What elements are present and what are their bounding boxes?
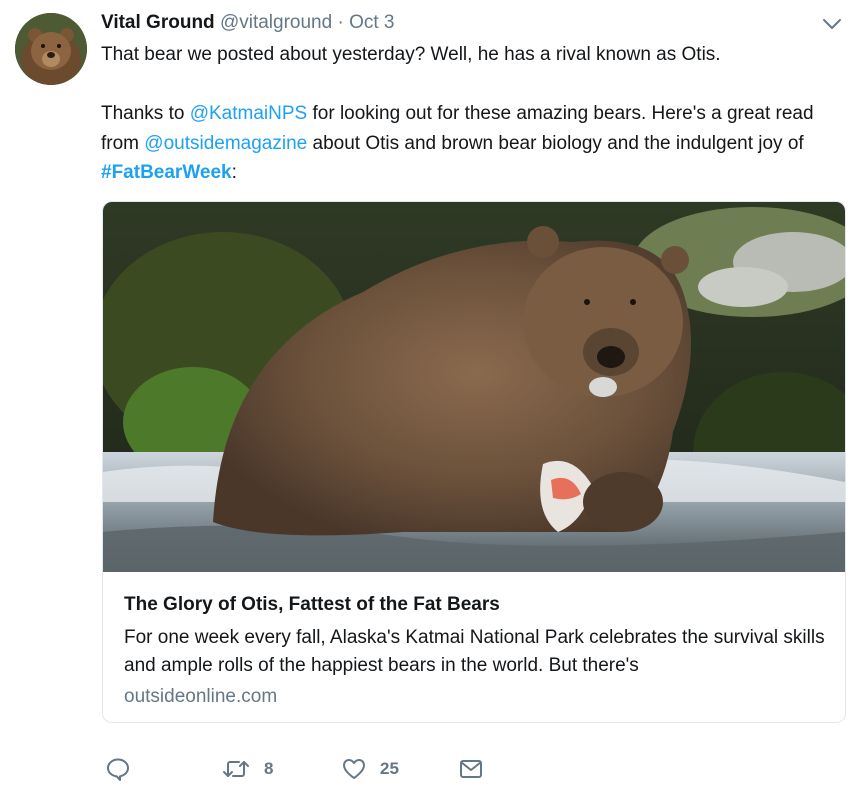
tweet-actions: 8 25 bbox=[0, 748, 860, 796]
card-domain: outsideonline.com bbox=[124, 686, 278, 707]
link-preview-card[interactable]: The Glory of Otis, Fattest of the Fat Be… bbox=[102, 201, 846, 723]
retweet-count: 8 bbox=[264, 759, 274, 778]
bear-photo-image bbox=[103, 202, 845, 572]
envelope-icon bbox=[460, 760, 482, 778]
mention-outsidemagazine[interactable]: @outsidemagazine bbox=[144, 133, 307, 154]
like-button[interactable]: 25 bbox=[341, 756, 399, 782]
card-description: For one week every fall, Alaska's Katmai… bbox=[124, 627, 825, 676]
bear-avatar-image bbox=[15, 13, 87, 85]
mention-katmainps[interactable]: @KatmaiNPS bbox=[190, 103, 308, 124]
retweet-icon bbox=[223, 761, 249, 777]
heart-icon bbox=[343, 759, 365, 779]
author-handle[interactable]: @vitalground bbox=[220, 12, 332, 33]
tweet-header: Vital Ground @vitalground · Oct 3 bbox=[101, 11, 395, 35]
reply-icon bbox=[107, 758, 129, 781]
like-count: 25 bbox=[380, 759, 399, 778]
avatar[interactable] bbox=[15, 13, 87, 85]
author-name[interactable]: Vital Ground bbox=[101, 12, 215, 33]
header-separator: · bbox=[337, 12, 344, 33]
tweet-text: That bear we posted about yesterday? Wel… bbox=[101, 40, 841, 188]
tweet-date[interactable]: Oct 3 bbox=[349, 12, 394, 33]
tweet-text-paragraph2: Thanks to @KatmaiNPS for looking out for… bbox=[101, 103, 814, 183]
direct-message-button[interactable] bbox=[458, 756, 484, 782]
reply-button[interactable] bbox=[105, 756, 131, 782]
retweet-button[interactable]: 8 bbox=[221, 756, 273, 782]
card-title: The Glory of Otis, Fattest of the Fat Be… bbox=[124, 594, 500, 615]
more-options-chevron-down-icon[interactable] bbox=[820, 14, 844, 34]
hashtag-fatbearweek[interactable]: #FatBearWeek bbox=[101, 162, 232, 183]
tweet-text-line1: That bear we posted about yesterday? Wel… bbox=[101, 44, 721, 65]
